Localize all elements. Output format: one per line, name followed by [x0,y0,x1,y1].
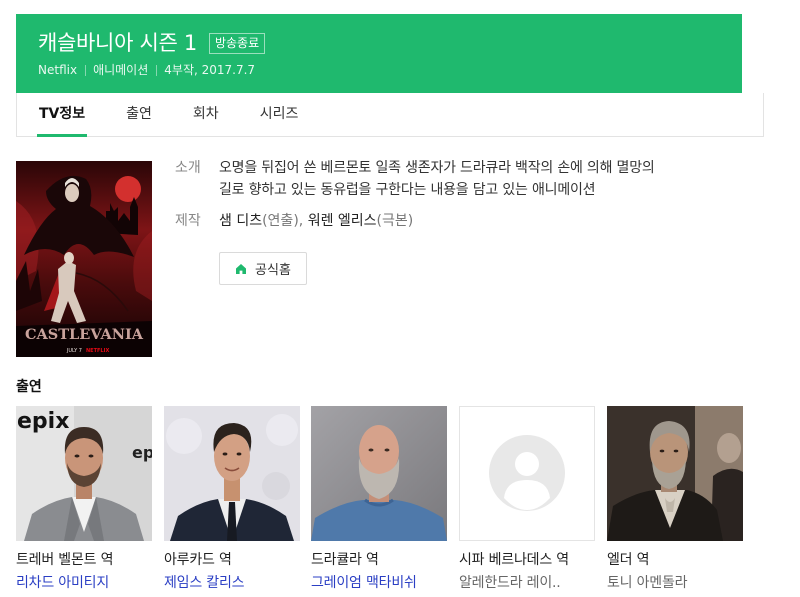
title-row: 캐슬바니아 시즌 1 방송종료 [38,30,266,56]
cast-heading: 출연 [16,379,42,395]
page-title[interactable]: 캐슬바니아 시즌 1 [38,30,197,56]
meta-genre: 애니메이션 [85,61,156,79]
intro-row: 소개 오명을 뒤집어 쓴 베르몬토 일족 생존자가 드라큐라 백작의 손에 의해… [175,157,735,201]
cast-card[interactable]: 시파 베르나데스 역 알레한드라 레이.. [459,406,595,593]
official-home-label: 공식홈 [255,263,291,278]
cast-actor-link[interactable]: 리차드 아미티지 [16,573,152,593]
cast-photo[interactable]: epix epix [16,406,152,541]
credits-text: 샘 디츠(연출), 워렌 엘리스(극본) [219,210,413,232]
meta-episodes-date: 4부작, 2017.7.7 [156,61,263,79]
intro-line: 오명을 뒤집어 쓴 베르몬토 일족 생존자가 드라큐라 백작의 손에 의해 멸망… [219,160,655,176]
cast-card[interactable]: 드라큘라 역 그레이엄 맥타비쉬 [311,406,447,593]
intro-line: 길로 향하고 있는 동유럽을 구한다는 내용을 담고 있는 애니메이션 [219,182,596,198]
cast-photo[interactable] [607,406,743,541]
tab-cast[interactable]: 출연 [126,93,152,136]
cast-role: 아루카드 역 [164,552,232,568]
status-badge: 방송종료 [208,32,266,54]
tab-episodes[interactable]: 회차 [193,93,219,136]
tab-bar: TV정보 출연 회차 시리즈 [16,93,764,137]
credits-separator: , [298,213,308,229]
cast-role: 엘더 역 [607,552,650,568]
cast-actor-name: 알레한드라 레이.. [459,575,561,591]
cast-card[interactable]: 아루카드 역 제임스 칼리스 [164,406,300,593]
cast-photo[interactable] [164,406,300,541]
cast-role: 드라큘라 역 [311,552,379,568]
photo-logo-text: epix [17,409,69,434]
meta-info: Netflix 애니메이션 4부작, 2017.7.7 [38,61,263,79]
writer-role: (극본) [376,213,414,229]
poster-network: NETFLIX [86,348,109,354]
poster-image[interactable]: CASTLEVANIA JULY 7 NETFLIX [16,161,152,357]
tab-tv-info[interactable]: TV정보 [36,93,88,137]
cast-photo[interactable] [311,406,447,541]
photo-logo-text: epix [132,443,152,462]
poster-title: CASTLEVANIA [25,327,144,343]
intro-label: 소개 [175,160,201,176]
poster-date: JULY 7 [66,348,82,354]
credits-row: 제작 샘 디츠(연출), 워렌 엘리스(극본) [175,210,735,232]
cast-actor-link[interactable]: 그레이엄 맥타비쉬 [311,573,447,593]
intro-text: 오명을 뒤집어 쓴 베르몬토 일족 생존자가 드라큐라 백작의 손에 의해 멸망… [219,157,655,201]
cast-photo[interactable] [459,406,595,541]
credits-label: 제작 [175,213,201,229]
cast-actor-name: 토니 아멘돌라 [607,575,688,591]
cast-role: 트레버 벨몬트 역 [16,552,114,568]
cast-card[interactable]: epix epix 트레버 벨몬트 역 리차드 아미티지 [16,406,152,593]
writer-link[interactable]: 워렌 엘리스 [308,213,377,229]
cast-role: 시파 베르나데스 역 [459,552,569,568]
home-icon [236,263,247,274]
cast-card[interactable]: 엘더 역 토니 아멘돌라 [607,406,743,593]
director-link[interactable]: 샘 디츠 [219,213,262,229]
meta-channel: Netflix [38,63,78,77]
cast-actor-link[interactable]: 제임스 칼리스 [164,573,300,593]
tab-series[interactable]: 시리즈 [260,93,299,136]
director-role: (연출) [262,213,299,229]
avatar-placeholder-icon [489,435,565,511]
info-panel: 소개 오명을 뒤집어 쓴 베르몬토 일족 생존자가 드라큐라 백작의 손에 의해… [175,157,735,285]
title-header: 캐슬바니아 시즌 1 방송종료 Netflix 애니메이션 4부작, 2017.… [16,14,742,93]
official-home-button[interactable]: 공식홈 [219,252,307,285]
